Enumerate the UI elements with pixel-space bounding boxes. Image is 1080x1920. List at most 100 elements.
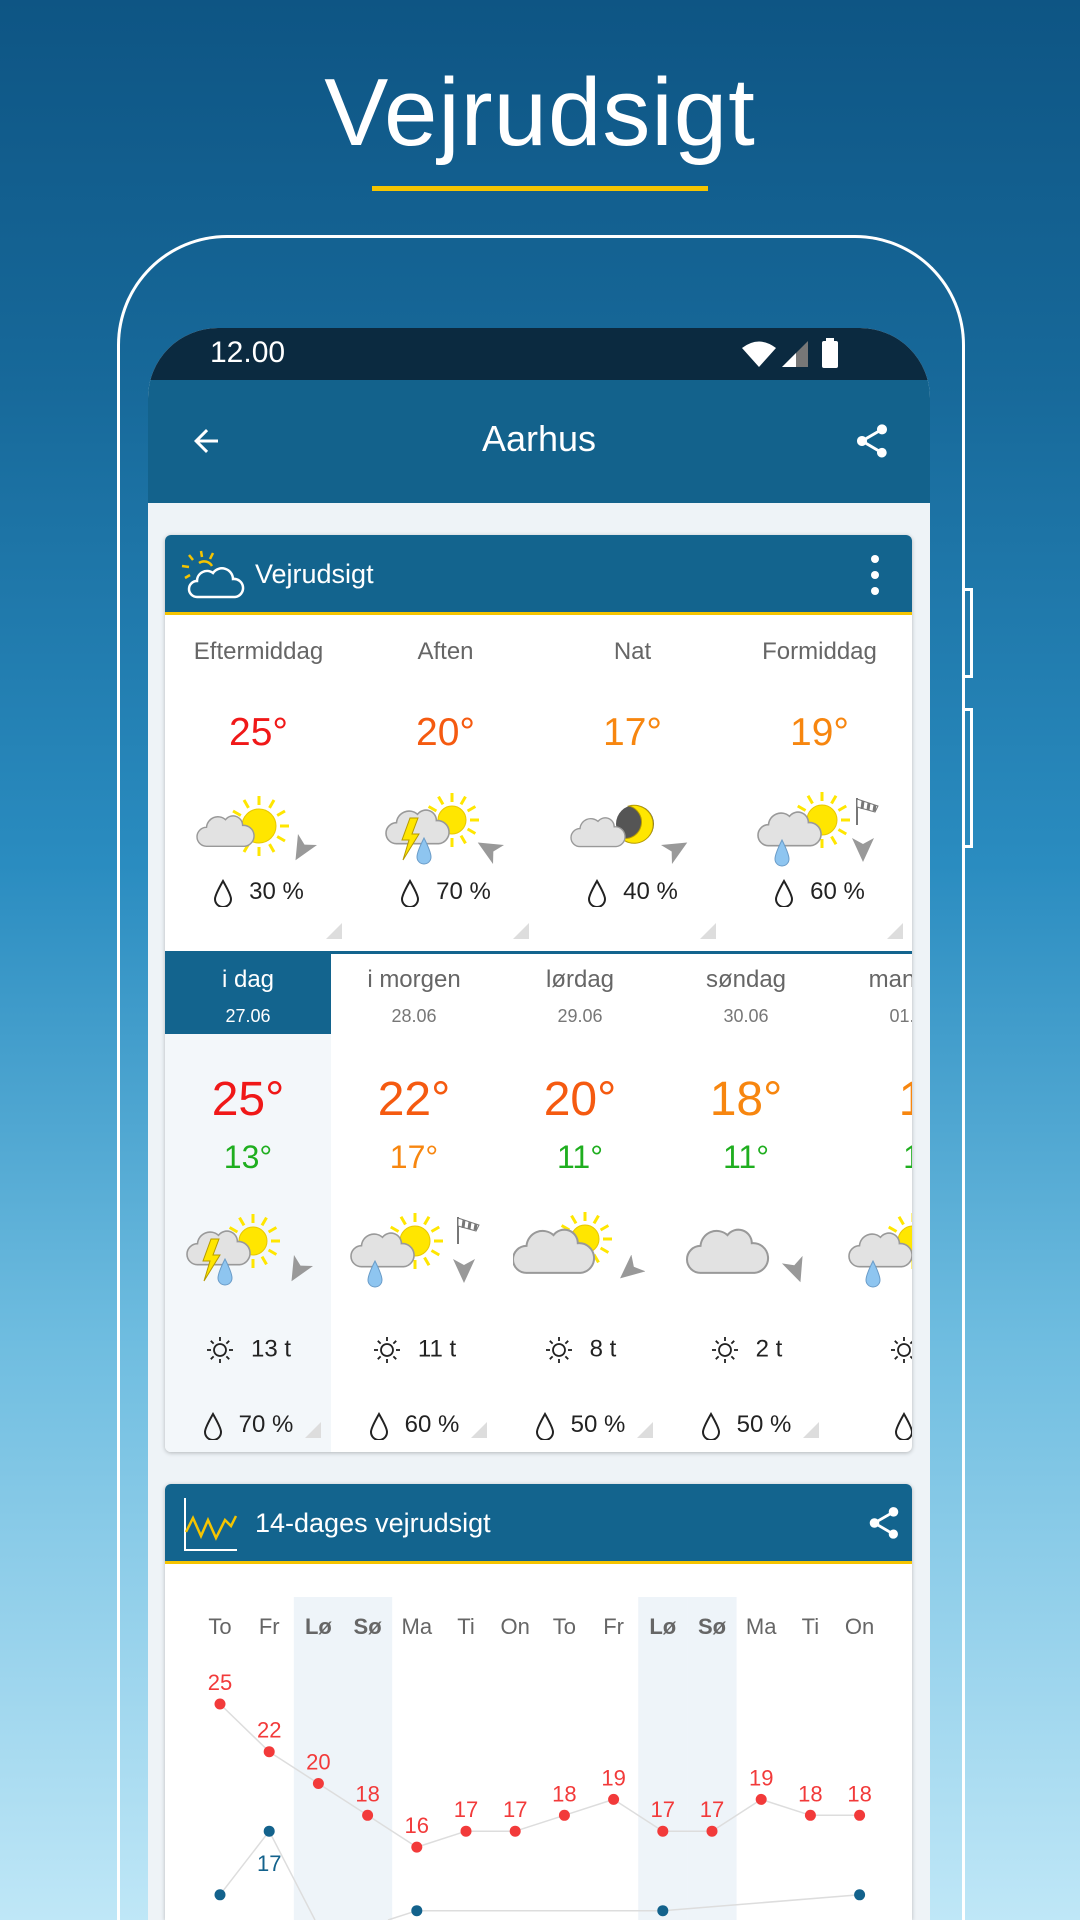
precipitation: 60 % bbox=[726, 878, 912, 908]
forecast-card-header: Vejrudsigt bbox=[165, 535, 912, 615]
day-tick-label: Fr bbox=[603, 1614, 624, 1639]
day-date: 29.06 bbox=[557, 1006, 603, 1026]
high-point bbox=[854, 1809, 866, 1821]
precipitation: 40 % bbox=[539, 878, 726, 908]
wind-direction-icon bbox=[620, 1255, 645, 1279]
windsock-icon bbox=[457, 1217, 480, 1244]
day-column[interactable]: i dag 27.06 25° 13° 13 t 70 % bbox=[165, 954, 331, 1452]
high-point bbox=[755, 1793, 767, 1805]
day-high-temp: 20° bbox=[543, 1073, 617, 1126]
day-header: i morgen 28.06 bbox=[331, 954, 497, 1034]
sun-hours-value: 2 t bbox=[755, 1335, 783, 1363]
period-temperature: 19° bbox=[790, 711, 849, 754]
day-column[interactable]: i morgen 28.06 22° 17° 11 t 60 % bbox=[331, 954, 497, 1452]
period-column[interactable]: Nat 17° 40 % bbox=[539, 618, 726, 951]
battery-icon bbox=[822, 338, 838, 368]
day-tick-label: On bbox=[845, 1614, 874, 1639]
low-point bbox=[657, 1905, 669, 1917]
period-column[interactable]: Aften 20° 70 % bbox=[352, 618, 539, 951]
precipitation-icon bbox=[535, 1411, 554, 1441]
status-bar: 12.00 bbox=[148, 328, 930, 380]
precipitation-value: 60 % bbox=[810, 878, 865, 905]
status-time: 12.00 bbox=[210, 336, 286, 369]
precipitation-value: 50 % bbox=[570, 1411, 626, 1438]
day-tick-label: Lø bbox=[649, 1614, 676, 1639]
phone-button bbox=[965, 588, 973, 678]
signal-icon bbox=[782, 341, 808, 367]
sun-hours-icon bbox=[373, 1337, 400, 1363]
high-value-label: 18 bbox=[847, 1781, 871, 1806]
expand-corner-icon bbox=[887, 923, 903, 939]
day-low-temp: 13° bbox=[223, 1139, 273, 1175]
high-value-label: 22 bbox=[257, 1718, 281, 1743]
low-value-label: 17 bbox=[257, 1851, 281, 1876]
wind-direction-icon bbox=[453, 1259, 475, 1283]
period-label: Eftermiddag bbox=[193, 638, 324, 665]
high-value-label: 16 bbox=[405, 1813, 429, 1838]
high-point bbox=[657, 1825, 669, 1837]
day-high-temp: 1 bbox=[898, 1073, 912, 1126]
expand-corner-icon bbox=[803, 1422, 819, 1438]
day-column[interactable]: mandag 01.07 1 1 bbox=[829, 954, 912, 1452]
share-button[interactable] bbox=[852, 421, 892, 461]
wind-direction-icon bbox=[295, 834, 317, 861]
weather-thunder-rain-sun-icon bbox=[186, 1214, 280, 1286]
high-value-label: 25 bbox=[208, 1670, 232, 1695]
precipitation-value: 50 % bbox=[736, 1411, 792, 1438]
day-low-temp: 1 bbox=[903, 1139, 912, 1175]
promo-title: Vejrudsigt bbox=[324, 59, 756, 166]
sun-hours-icon bbox=[891, 1337, 912, 1363]
sun-hours-icon bbox=[711, 1337, 738, 1363]
period-column[interactable]: Eftermiddag 25° 30 % bbox=[165, 618, 352, 951]
high-point bbox=[263, 1746, 275, 1758]
sun-hours: 13 t bbox=[165, 1335, 331, 1365]
weekend-band bbox=[343, 1597, 393, 1920]
day-low-temp: 11° bbox=[722, 1139, 769, 1175]
day-date: 27.06 bbox=[225, 1006, 271, 1026]
precipitation-value: 70 % bbox=[238, 1411, 294, 1438]
precipitation: 70 % bbox=[352, 878, 539, 908]
day-tick-label: Ma bbox=[746, 1614, 777, 1639]
day-column[interactable]: lørdag 29.06 20° 11° 8 t 50 % bbox=[497, 954, 663, 1452]
chart-share-button[interactable] bbox=[865, 1504, 903, 1542]
phone-screen: 12.00 Aarhus Vejrudsigt Eftermiddag 25° … bbox=[148, 328, 930, 1920]
day-high-temp: 18° bbox=[709, 1073, 783, 1126]
day-column[interactable]: søndag 30.06 18° 11° 2 t 50 % bbox=[663, 954, 829, 1452]
wind-direction-icon bbox=[661, 842, 688, 864]
precipitation-value: 30 % bbox=[249, 878, 304, 905]
precipitation-icon bbox=[203, 1411, 222, 1441]
period-temperature: 25° bbox=[229, 711, 288, 754]
phone-button bbox=[965, 708, 973, 848]
sun-hours: 2 t bbox=[663, 1335, 829, 1365]
high-point bbox=[608, 1793, 620, 1805]
chart-card-title: 14-dages vejrudsigt bbox=[255, 1508, 491, 1538]
wind-direction-icon bbox=[291, 1255, 313, 1282]
day-high-temp: 22° bbox=[377, 1073, 451, 1126]
day-date: 28.06 bbox=[391, 1006, 437, 1026]
weather-cloudy-icon bbox=[685, 1228, 770, 1274]
high-point bbox=[214, 1698, 226, 1710]
high-value-label: 19 bbox=[601, 1765, 625, 1790]
high-point bbox=[706, 1825, 718, 1837]
day-date: 01.07 bbox=[889, 1006, 912, 1026]
high-point bbox=[558, 1809, 570, 1821]
high-value-label: 17 bbox=[700, 1797, 724, 1822]
expand-corner-icon bbox=[471, 1422, 487, 1438]
precipitation: 30 % bbox=[165, 878, 352, 908]
sun-hours-value: 13 t bbox=[250, 1335, 292, 1363]
expand-corner-icon bbox=[513, 923, 529, 939]
line-chart-icon bbox=[184, 1498, 238, 1551]
period-label: Formiddag bbox=[762, 638, 877, 665]
location-title: Aarhus bbox=[481, 418, 597, 459]
period-column[interactable]: Formiddag 19° 60 % bbox=[726, 618, 912, 951]
day-tick-label: Ma bbox=[402, 1614, 433, 1639]
windsock-icon bbox=[856, 798, 879, 825]
more-options-button[interactable] bbox=[865, 553, 885, 597]
period-label: Aften bbox=[417, 638, 474, 665]
precipitation-value: 60 % bbox=[404, 1411, 460, 1438]
day-date: 30.06 bbox=[723, 1006, 769, 1026]
high-point bbox=[460, 1825, 472, 1837]
high-point bbox=[362, 1809, 374, 1821]
high-point bbox=[509, 1825, 521, 1837]
sun-cloud-icon bbox=[181, 550, 245, 599]
